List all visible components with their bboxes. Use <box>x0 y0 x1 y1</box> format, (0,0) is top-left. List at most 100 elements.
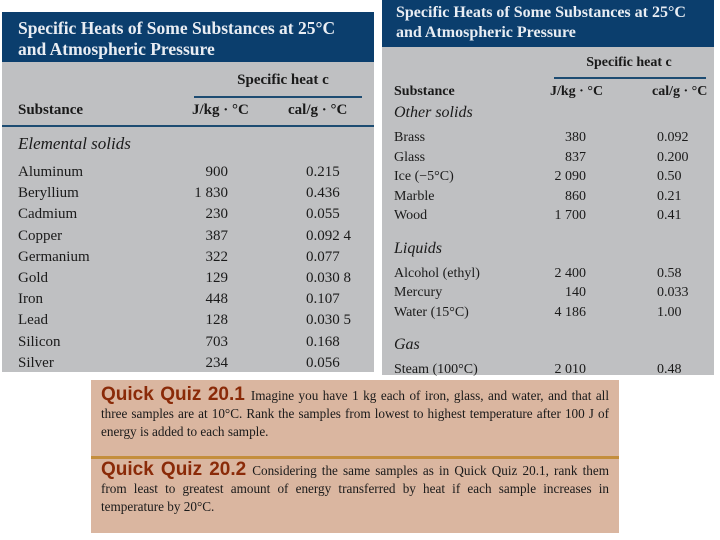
specific-heat-cal: 0.030 8 <box>306 270 351 286</box>
specific-heat-si: 1 830 <box>194 185 228 202</box>
table-row: Ice (−5°C) 2 090 0.50 <box>382 169 714 190</box>
substance-name: Glass <box>394 149 426 165</box>
specific-heat-si: 448 <box>205 291 229 308</box>
substance-name: Mercury <box>394 285 443 300</box>
specific-heat-si: 2 090 <box>554 169 587 184</box>
specific-heat-cal: 0.50 <box>657 169 682 184</box>
table-row: Lead 128 0.030 5 <box>2 312 374 333</box>
substance-name: Lead <box>18 312 48 329</box>
specific-heat-si: 2 010 <box>554 362 587 377</box>
table-row: Alcohol (ethyl) 2 400 0.58 <box>382 266 714 287</box>
specific-heat-si: 140 <box>565 285 586 300</box>
substance-name: Cadmium <box>18 206 78 223</box>
specific-heat-cal: 0.436 <box>306 185 340 202</box>
specific-heat-cal: 0.48 <box>657 362 682 377</box>
group-rule <box>554 77 706 79</box>
table-row: Copper 387 0.092 4 <box>2 228 374 249</box>
group-rule <box>194 96 362 98</box>
category-label: Liquids <box>394 239 443 257</box>
specific-heat-si: 380 <box>565 130 586 145</box>
column-group-header: Specific heat c <box>586 55 672 70</box>
table-row: Gold 129 0.030 8 <box>2 270 374 291</box>
table-title-line1: Specific Heats of Some Substances at 25°… <box>18 18 336 38</box>
quiz-title: Quick Quiz 20.1 <box>101 384 245 405</box>
specific-heat-table-left: Specific Heats of Some Substances at 25°… <box>2 12 374 372</box>
category-label: Other solids <box>394 104 473 121</box>
quick-quiz-1: Quick Quiz 20.1 Imagine you have 1 kg eac… <box>91 384 619 441</box>
substance-name: Silver <box>18 354 54 371</box>
category-label: Elemental solids <box>18 134 131 153</box>
specific-heat-cal: 0.107 <box>306 291 340 308</box>
table-row: Beryllium 1 830 0.436 <box>2 185 374 206</box>
specific-heat-si: 322 <box>205 248 229 265</box>
specific-heat-cal: 0.41 <box>657 208 682 223</box>
specific-heat-cal: 0.056 <box>306 354 340 371</box>
table-title: Specific Heats of Some Substances at 25°… <box>382 0 714 47</box>
specific-heat-cal: 0.077 <box>306 248 340 265</box>
specific-heat-si: 128 <box>205 312 229 329</box>
substance-name: Gold <box>18 270 48 286</box>
table-title-line2: and Atmospheric Pressure <box>396 24 576 41</box>
substance-name: Iron <box>18 291 43 308</box>
table-row: Mercury 140 0.033 <box>382 285 714 306</box>
table-row: Cadmium 230 0.055 <box>2 206 374 227</box>
header-rule <box>2 125 374 127</box>
substance-name: Wood <box>394 208 428 223</box>
specific-heat-cal: 0.030 5 <box>306 312 351 329</box>
column-header-si: J/kg · °C <box>550 84 604 99</box>
table-title-line1: Specific Heats of Some Substances at 25°… <box>396 4 686 21</box>
substance-name: Copper <box>18 227 63 244</box>
substance-name: Marble <box>394 188 435 204</box>
table-row: Water (15°C) 4 186 1.00 <box>382 305 714 326</box>
substance-name: Alcohol (ethyl) <box>394 265 480 281</box>
quick-quiz-2: Quick Quiz 20.2 Considering the same samp… <box>91 459 619 516</box>
table-row: Germanium 322 0.077 <box>2 249 374 270</box>
specific-heat-si: 4 186 <box>554 304 587 320</box>
table-row: Brass 380 0.092 <box>382 130 714 151</box>
substance-name: Germanium <box>18 248 90 265</box>
table-title-line2: and Atmospheric Pressure <box>18 39 215 59</box>
specific-heat-cal: 0.033 <box>657 285 689 300</box>
specific-heat-si: 234 <box>205 354 229 371</box>
specific-heat-si: 230 <box>205 206 229 223</box>
substance-name: Water (15°C) <box>394 304 469 320</box>
specific-heat-si: 129 <box>205 270 229 286</box>
quick-quiz-box: Quick Quiz 20.1 Imagine you have 1 kg eac… <box>91 380 619 533</box>
specific-heat-cal: 0.168 <box>306 333 340 350</box>
specific-heat-cal: 1.00 <box>657 304 682 320</box>
specific-heat-si: 900 <box>205 164 229 180</box>
substance-name: Beryllium <box>18 185 79 202</box>
column-header-substance: Substance <box>18 102 84 118</box>
specific-heat-table-right: Specific Heats of Some Substances at 25°… <box>382 0 714 377</box>
table-row: Aluminum 900 0.215 <box>2 164 374 185</box>
substance-name: Ice (−5°C) <box>394 169 454 184</box>
column-header-substance: Substance <box>394 84 455 99</box>
substance-name: Brass <box>394 130 426 145</box>
table-row: Silicon 703 0.168 <box>2 334 374 355</box>
specific-heat-cal: 0.58 <box>657 265 682 281</box>
substance-name: Aluminum <box>18 164 84 180</box>
specific-heat-si: 1 700 <box>554 208 587 223</box>
column-header-cal: cal/g · °C <box>652 84 708 99</box>
table-row: Marble 860 0.21 <box>382 189 714 210</box>
table-title: Specific Heats of Some Substances at 25°… <box>2 12 374 62</box>
table-row: Silver 234 0.056 <box>2 355 374 376</box>
table-row: Glass 837 0.200 <box>382 150 714 171</box>
column-group-header: Specific heat c <box>237 72 329 88</box>
column-header-si: J/kg · °C <box>192 102 249 118</box>
specific-heat-cal: 0.215 <box>306 164 340 180</box>
quiz-title: Quick Quiz 20.2 <box>101 459 247 480</box>
specific-heat-si: 837 <box>565 149 586 165</box>
specific-heat-cal: 0.092 4 <box>306 227 351 244</box>
specific-heat-si: 860 <box>565 188 586 204</box>
specific-heat-cal: 0.055 <box>306 206 340 223</box>
specific-heat-si: 387 <box>205 227 229 244</box>
specific-heat-cal: 0.092 <box>657 130 689 145</box>
category-label: Gas <box>394 336 420 353</box>
substance-name: Steam (100°C) <box>394 362 478 377</box>
table-row: Wood 1 700 0.41 <box>382 208 714 229</box>
table-row: Iron 448 0.107 <box>2 291 374 312</box>
column-header-cal: cal/g · °C <box>288 102 348 118</box>
specific-heat-cal: 0.21 <box>657 188 682 204</box>
specific-heat-si: 703 <box>205 333 229 350</box>
